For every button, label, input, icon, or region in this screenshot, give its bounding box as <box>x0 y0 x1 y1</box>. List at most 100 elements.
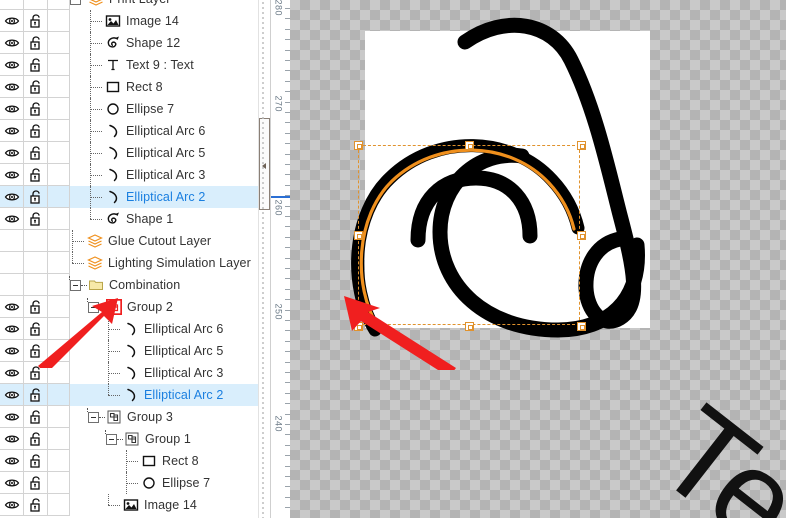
visibility-toggle[interactable] <box>0 472 24 494</box>
handle-nw[interactable] <box>354 141 363 150</box>
layer-label-group[interactable]: Elliptical Arc 3 <box>106 362 223 384</box>
layer-label-group[interactable]: Elliptical Arc 5 <box>106 340 223 362</box>
layer-row[interactable]: Text 9 : Text <box>0 54 270 76</box>
layer-label-group[interactable]: Image 14 <box>106 494 197 516</box>
handle-ne[interactable] <box>577 141 586 150</box>
lock-toggle[interactable] <box>24 406 48 428</box>
layer-row[interactable]: Rect 8 <box>0 76 270 98</box>
layer-row[interactable]: Image 14 <box>0 10 270 32</box>
layer-row[interactable]: Elliptical Arc 2 <box>0 384 270 406</box>
layer-label-group[interactable]: Image 14 <box>88 10 179 32</box>
expander-collapse-icon[interactable] <box>70 0 81 5</box>
visibility-toggle[interactable] <box>0 362 24 384</box>
layer-label-group[interactable]: Shape 1 <box>88 208 173 230</box>
visibility-toggle[interactable] <box>0 450 24 472</box>
visibility-toggle[interactable] <box>0 32 24 54</box>
handle-n[interactable] <box>465 141 474 150</box>
layer-row[interactable]: Combination <box>0 274 270 296</box>
layer-label-group[interactable]: Elliptical Arc 6 <box>88 120 205 142</box>
tree-connector <box>88 164 104 186</box>
visibility-toggle[interactable] <box>0 208 24 230</box>
lock-toggle[interactable] <box>24 450 48 472</box>
visibility-toggle[interactable] <box>0 164 24 186</box>
layer-label-group[interactable]: Elliptical Arc 2 <box>106 384 223 406</box>
lock-toggle[interactable] <box>24 472 48 494</box>
lock-toggle[interactable] <box>24 98 48 120</box>
layer-label-group[interactable]: Ellipse 7 <box>124 472 210 494</box>
layer-label-group[interactable]: Elliptical Arc 3 <box>88 164 205 186</box>
layer-label-group[interactable]: Glue Cutout Layer <box>70 230 211 252</box>
layer-row[interactable]: Elliptical Arc 6 <box>0 120 270 142</box>
lock-toggle[interactable] <box>24 428 48 450</box>
layer-row[interactable]: Rect 8 <box>0 450 270 472</box>
layer-row[interactable]: Glue Cutout Layer <box>0 230 270 252</box>
layer-row[interactable]: Group 3 <box>0 406 270 428</box>
layer-row[interactable]: Elliptical Arc 3 <box>0 164 270 186</box>
lock-toggle[interactable] <box>24 54 48 76</box>
layer-row[interactable]: Shape 12 <box>0 32 270 54</box>
visibility-toggle[interactable] <box>0 318 24 340</box>
scrollbar-track-dot <box>262 272 264 274</box>
lock-toggle[interactable] <box>24 120 48 142</box>
scrollbar-track-dot <box>262 62 264 64</box>
layer-label-group[interactable]: Elliptical Arc 5 <box>88 142 205 164</box>
visibility-toggle[interactable] <box>0 186 24 208</box>
handle-w[interactable] <box>354 231 363 240</box>
lock-toggle[interactable] <box>24 76 48 98</box>
layer-label-group[interactable]: Group 3 <box>87 406 173 428</box>
visibility-toggle[interactable] <box>0 406 24 428</box>
layer-label-group[interactable]: Ellipse 7 <box>88 98 174 120</box>
visibility-toggle[interactable] <box>0 340 24 362</box>
lock-toggle[interactable] <box>24 10 48 32</box>
scrollbar-track-dot <box>262 317 264 319</box>
vertical-ruler[interactable]: 280 270 260 250 240 <box>270 0 291 518</box>
layer-label-group[interactable]: Elliptical Arc 2 <box>88 186 205 208</box>
expander-collapse-icon[interactable] <box>87 407 105 423</box>
lock-toggle[interactable] <box>24 384 48 406</box>
layer-label-group[interactable]: Shape 12 <box>88 32 180 54</box>
visibility-toggle[interactable] <box>0 98 24 120</box>
lock-toggle[interactable] <box>24 142 48 164</box>
layer-row[interactable]: Shape 1 <box>0 208 270 230</box>
layer-tree-panel[interactable]: Print Layer Image 14 Shape 12 Text 9 : Text… <box>0 0 270 518</box>
design-canvas[interactable]: Te <box>290 0 786 518</box>
lock-toggle[interactable] <box>24 208 48 230</box>
layer-label-group[interactable]: Combination <box>69 274 180 296</box>
layer-label-group[interactable]: Group 1 <box>105 428 191 450</box>
lock-toggle[interactable] <box>24 32 48 54</box>
layer-row[interactable]: Ellipse 7 <box>0 98 270 120</box>
lock-toggle[interactable] <box>24 164 48 186</box>
layer-row[interactable]: Elliptical Arc 2 <box>0 186 270 208</box>
layer-label-group[interactable]: Print Layer <box>70 0 171 10</box>
handle-se[interactable] <box>577 322 586 331</box>
expander-collapse-icon[interactable] <box>69 275 87 291</box>
handle-e[interactable] <box>577 231 586 240</box>
layer-row[interactable]: Print Layer <box>0 0 270 10</box>
layer-label-group[interactable]: Text 9 : Text <box>88 54 194 76</box>
layer-label-group[interactable]: Elliptical Arc 6 <box>106 318 223 340</box>
layer-name: Image 14 <box>144 498 197 512</box>
layer-row[interactable]: Elliptical Arc 5 <box>0 142 270 164</box>
layer-row[interactable]: Group 1 <box>0 428 270 450</box>
visibility-toggle[interactable] <box>0 54 24 76</box>
visibility-toggle[interactable] <box>0 76 24 98</box>
expander-collapse-icon[interactable] <box>105 429 123 445</box>
layer-row[interactable]: Image 14 <box>0 494 270 516</box>
layer-label-group[interactable]: Rect 8 <box>124 450 199 472</box>
visibility-toggle[interactable] <box>0 384 24 406</box>
layer-label-group[interactable]: Rect 8 <box>88 76 163 98</box>
layer-row[interactable]: Ellipse 7 <box>0 472 270 494</box>
visibility-toggle[interactable] <box>0 296 24 318</box>
lock-toggle[interactable] <box>24 186 48 208</box>
layer-row[interactable]: Lighting Simulation Layer <box>0 252 270 274</box>
layer-tree-scrollbar[interactable] <box>258 0 270 518</box>
visibility-toggle[interactable] <box>0 494 24 516</box>
handle-s[interactable] <box>465 322 474 331</box>
visibility-toggle[interactable] <box>0 10 24 32</box>
scrollbar-thumb[interactable] <box>259 118 270 210</box>
visibility-toggle[interactable] <box>0 142 24 164</box>
lock-toggle[interactable] <box>24 494 48 516</box>
visibility-toggle[interactable] <box>0 428 24 450</box>
layer-label-group[interactable]: Lighting Simulation Layer <box>70 252 251 274</box>
visibility-toggle[interactable] <box>0 120 24 142</box>
